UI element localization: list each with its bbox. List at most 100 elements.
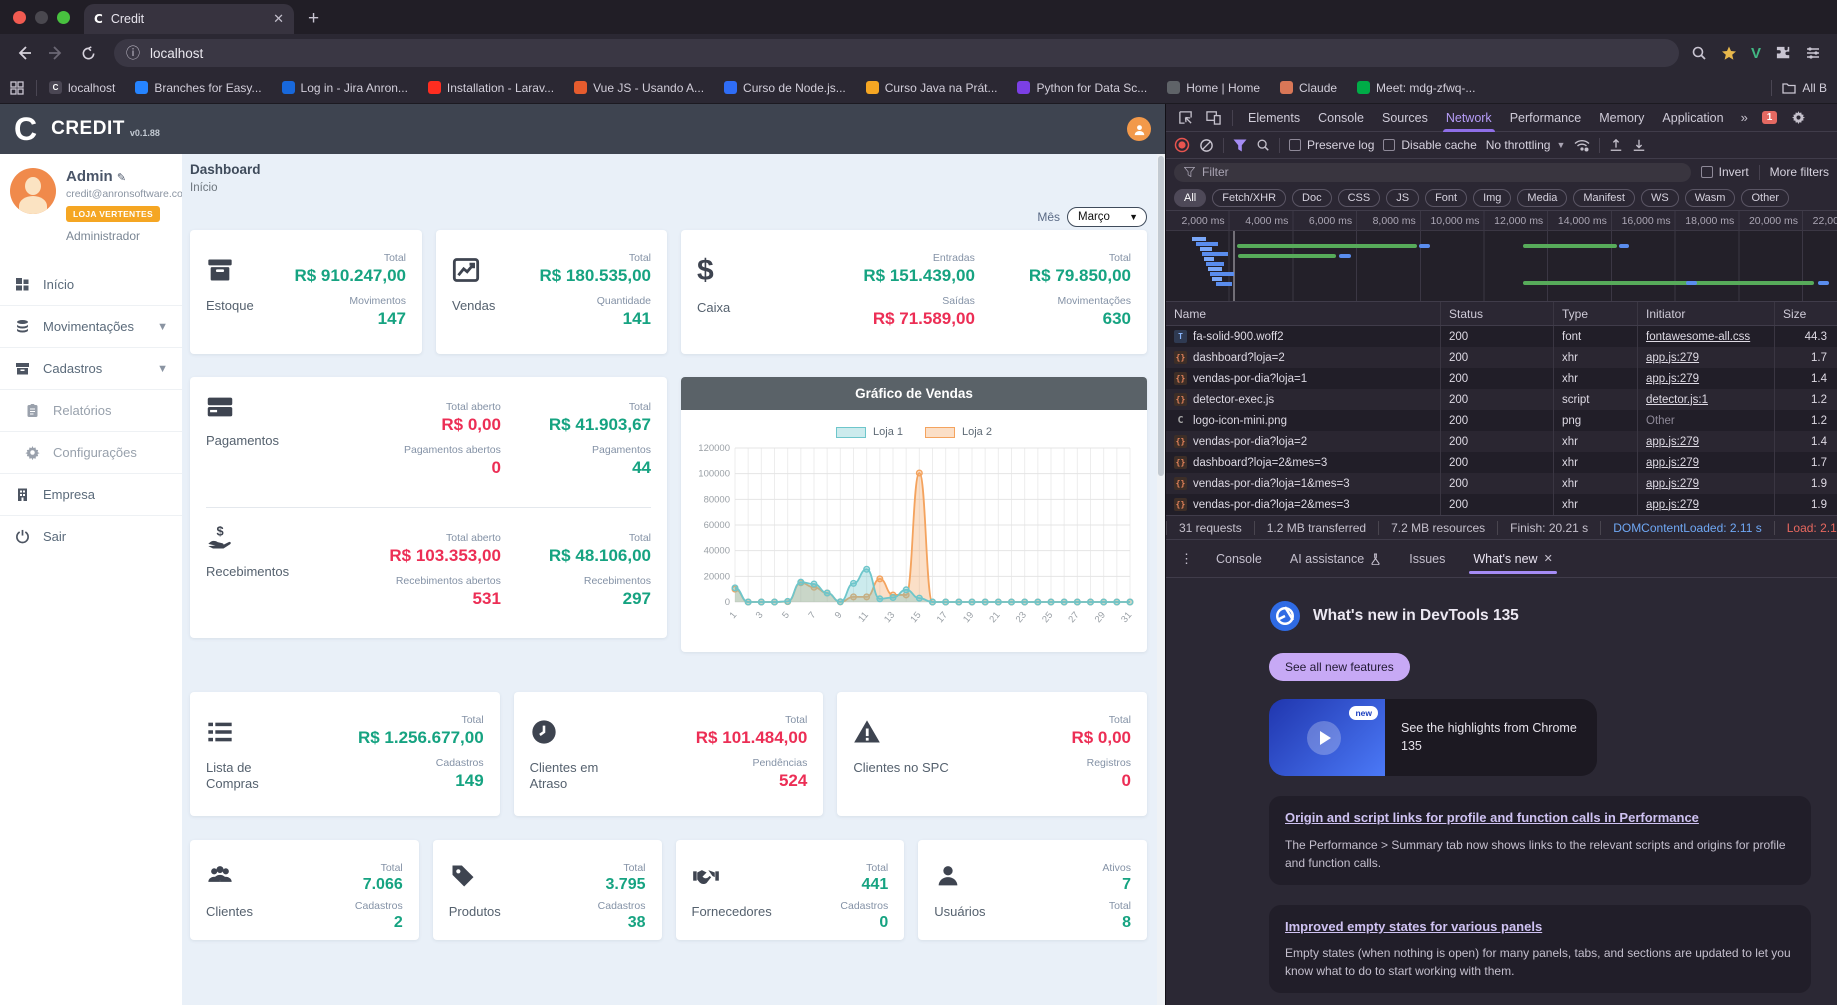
request-type-chip[interactable]: Font	[1425, 188, 1468, 207]
section-title-link[interactable]: Improved empty states for various panels	[1285, 918, 1795, 936]
menu-tune-icon[interactable]	[1805, 45, 1821, 61]
forward-button[interactable]	[42, 39, 70, 67]
network-request-row[interactable]: Clogo-icon-mini.png 200 png Other 1.2	[1166, 410, 1837, 431]
network-request-row[interactable]: {} detector-exec.js 200 script detector.j…	[1166, 389, 1837, 410]
minimize-window-button[interactable]	[35, 10, 48, 24]
search-network-icon[interactable]	[1256, 138, 1270, 152]
request-type-chip[interactable]: WS	[1640, 188, 1679, 207]
vue-devtools-extension-icon[interactable]: V	[1751, 45, 1761, 62]
zoom-icon[interactable]	[1691, 45, 1707, 61]
request-initiator[interactable]: app.js:279	[1646, 373, 1699, 385]
clear-network-log-icon[interactable]	[1199, 138, 1214, 153]
request-initiator[interactable]: detector.js:1	[1646, 394, 1708, 406]
network-request-row[interactable]: {} vendas-por-dia?loja=2&mes=3 200 xhr ap…	[1166, 494, 1837, 515]
request-initiator[interactable]: Other	[1646, 415, 1675, 427]
request-initiator[interactable]: app.js:279	[1646, 436, 1699, 448]
edit-profile-icon[interactable]: ✎	[117, 171, 126, 184]
filter-funnel-icon[interactable]	[1233, 139, 1247, 152]
inspect-element-icon[interactable]	[1172, 106, 1198, 130]
drawer-tab-console[interactable]: Console	[1204, 540, 1274, 578]
devtools-tab[interactable]: Application	[1653, 104, 1732, 132]
legend-loja1[interactable]: Loja 1	[836, 426, 903, 438]
request-type-chip[interactable]: CSS	[1337, 188, 1381, 207]
bookmark-item[interactable]: Meet: mdg-zfwq-...	[1357, 81, 1475, 95]
section-title-link[interactable]: Origin and script links for profile and …	[1285, 809, 1795, 827]
reload-button[interactable]	[74, 39, 102, 67]
apps-grid-icon[interactable]	[10, 80, 24, 95]
devtools-settings-gear-icon[interactable]	[1785, 106, 1811, 130]
tab-close-icon[interactable]: ✕	[273, 11, 284, 27]
all-bookmarks[interactable]: All B	[1767, 79, 1827, 96]
month-select[interactable]: Março ▼	[1067, 207, 1147, 227]
disable-cache-checkbox[interactable]: Disable cache	[1383, 138, 1477, 152]
network-request-row[interactable]: {} vendas-por-dia?loja=1 200 xhr app.js:2…	[1166, 368, 1837, 389]
close-window-button[interactable]	[13, 10, 26, 24]
column-size[interactable]: Size	[1774, 302, 1837, 325]
devtools-tab[interactable]: Performance	[1501, 104, 1591, 132]
filter-input[interactable]: Filter	[1174, 162, 1691, 182]
request-initiator[interactable]: app.js:279	[1646, 352, 1699, 364]
device-toolbar-icon[interactable]	[1200, 106, 1226, 130]
drawer-tab-issues[interactable]: Issues	[1397, 540, 1457, 578]
browser-tab[interactable]: C Credit ✕	[84, 4, 294, 34]
request-initiator[interactable]: app.js:279	[1646, 457, 1699, 469]
network-request-row[interactable]: {} dashboard?loja=2&mes=3 200 xhr app.js:…	[1166, 452, 1837, 473]
site-info-icon[interactable]: ⓘ	[126, 43, 140, 63]
address-bar[interactable]: ⓘ localhost	[114, 39, 1679, 67]
request-type-chip[interactable]: Media	[1517, 188, 1568, 207]
close-drawer-tab-icon[interactable]: ✕	[1544, 552, 1553, 565]
drawer-tab-ai-assistance[interactable]: AI assistance	[1278, 540, 1393, 578]
play-icon[interactable]	[1307, 721, 1341, 755]
legend-loja2[interactable]: Loja 2	[925, 426, 992, 438]
request-type-chip[interactable]: Manifest	[1573, 188, 1635, 207]
highlights-card[interactable]: new See the highlights from Chrome 135	[1269, 699, 1597, 776]
network-conditions-icon[interactable]	[1574, 139, 1590, 152]
bookmark-item[interactable]: Python for Data Sc...	[1017, 81, 1147, 95]
sidebar-item-sair[interactable]: Sair	[0, 515, 182, 557]
sidebar-item-inicio[interactable]: Início	[0, 263, 182, 305]
import-har-icon[interactable]	[1609, 138, 1623, 152]
back-button[interactable]	[10, 39, 38, 67]
bookmark-item[interactable]: Curso de Node.js...	[724, 81, 846, 95]
drawer-menu-kebab-icon[interactable]: ⋮	[1174, 551, 1200, 567]
request-initiator[interactable]: app.js:279	[1646, 478, 1699, 490]
devtools-tab[interactable]: Memory	[1590, 104, 1653, 132]
scrollbar-thumb[interactable]	[1158, 156, 1164, 476]
more-tabs-icon[interactable]: »	[1735, 110, 1754, 125]
sidebar-item-empresa[interactable]: Empresa	[0, 473, 182, 515]
devtools-tab[interactable]: Elements	[1239, 104, 1309, 132]
network-request-row[interactable]: {} vendas-por-dia?loja=1&mes=3 200 xhr ap…	[1166, 473, 1837, 494]
request-type-chip[interactable]: All	[1174, 188, 1207, 207]
export-har-icon[interactable]	[1632, 138, 1646, 152]
request-initiator[interactable]: app.js:279	[1646, 499, 1699, 511]
column-name[interactable]: Name	[1166, 302, 1440, 325]
network-request-row[interactable]: {} dashboard?loja=2 200 xhr app.js:279 1.…	[1166, 347, 1837, 368]
request-type-chip[interactable]: Other	[1741, 188, 1789, 207]
sidebar-item-configuracoes[interactable]: Configurações	[0, 431, 182, 473]
network-request-row[interactable]: Tfa-solid-900.woff2 200 font fontawesome…	[1166, 326, 1837, 347]
bookmark-item[interactable]: Installation - Larav...	[427, 81, 554, 95]
devtools-tab[interactable]: Console	[1309, 104, 1373, 132]
sidebar-item-cadastros[interactable]: Cadastros ▼	[0, 347, 182, 389]
sidebar-item-movimentacoes[interactable]: Movimentações ▼	[0, 305, 182, 347]
request-initiator[interactable]: fontawesome-all.css	[1646, 331, 1750, 343]
devtools-tab[interactable]: Sources	[1373, 104, 1437, 132]
request-type-chip[interactable]: Img	[1473, 188, 1512, 207]
main-scrollbar[interactable]	[1157, 154, 1165, 1005]
bookmark-item[interactable]: Home | Home	[1167, 81, 1260, 95]
extensions-puzzle-icon[interactable]	[1775, 45, 1791, 61]
sidebar-item-relatorios[interactable]: Relatórios	[0, 389, 182, 431]
bookmark-item[interactable]: Branches for Easy...	[135, 81, 262, 95]
preserve-log-checkbox[interactable]: Preserve log	[1289, 138, 1374, 152]
drawer-tab-whats-new[interactable]: What's new ✕	[1461, 540, 1564, 578]
devtools-tab[interactable]: Network	[1437, 104, 1501, 132]
request-type-chip[interactable]: Wasm	[1684, 188, 1736, 207]
new-tab-button[interactable]: +	[308, 8, 319, 30]
network-request-row[interactable]: {} vendas-por-dia?loja=2 200 xhr app.js:2…	[1166, 431, 1837, 452]
bookmark-item[interactable]: Curso Java na Prát...	[865, 81, 997, 95]
invert-filter-checkbox[interactable]: Invert	[1700, 165, 1749, 179]
bookmark-item[interactable]: C localhost	[49, 81, 115, 95]
network-overview-waterfall[interactable]	[1166, 231, 1837, 302]
avatar[interactable]	[10, 168, 56, 214]
column-status[interactable]: Status	[1440, 302, 1553, 325]
